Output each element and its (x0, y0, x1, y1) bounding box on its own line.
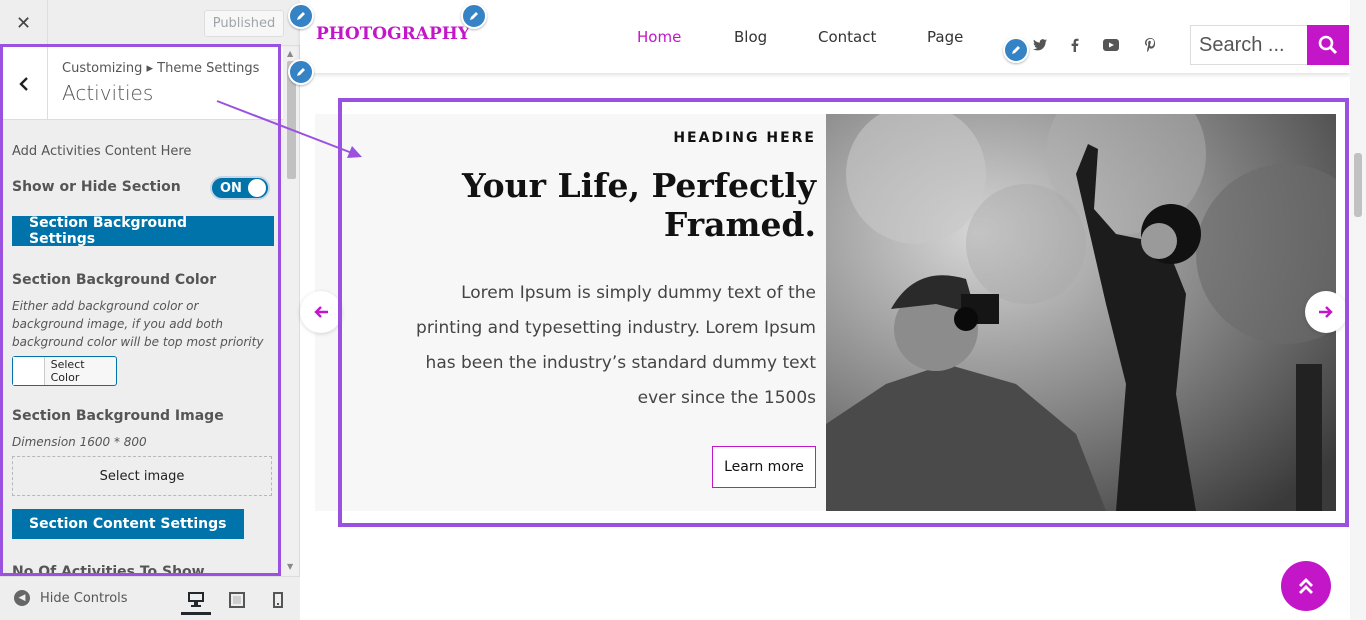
edit-shortcut-social[interactable] (1003, 37, 1029, 63)
color-swatch (13, 357, 45, 385)
nav-blog[interactable]: Blog (734, 28, 767, 46)
bg-image-label: Section Background Image (12, 408, 224, 424)
arrow-right-icon (1319, 306, 1333, 318)
desktop-preview-button[interactable] (181, 585, 211, 615)
section-content-settings-button[interactable]: Section Content Settings (12, 509, 244, 539)
select-color-label: Select Color (50, 358, 85, 384)
slide-photo (826, 114, 1336, 511)
breadcrumb: Customizing ▸ Theme Settings (62, 61, 260, 76)
nav-contact[interactable]: Contact (818, 28, 876, 46)
back-button[interactable] (0, 47, 48, 120)
site-preview: PHOTOGRAPHY Home Blog Contact Page Searc… (288, 0, 1366, 620)
nav-home[interactable]: Home (637, 28, 681, 46)
back-to-top-button[interactable] (1281, 561, 1331, 611)
section-intro: Add Activities Content Here (12, 144, 192, 159)
customizer-header: ✕ Published (0, 0, 300, 46)
preview-scrollbar[interactable] (1350, 0, 1366, 620)
search-icon (1318, 35, 1338, 55)
section-background-settings-button[interactable]: Section Background Settings (12, 215, 274, 247)
tablet-icon (229, 592, 245, 608)
edit-shortcut-site-title[interactable] (288, 3, 314, 29)
slider-prev-button[interactable] (300, 291, 342, 333)
panel-header: Customizing ▸ Theme Settings Activities (0, 47, 283, 120)
mobile-icon (273, 592, 283, 608)
panel-title: Activities (62, 81, 154, 105)
edit-shortcut-logo[interactable] (461, 3, 487, 29)
learn-more-button[interactable]: Learn more (712, 446, 816, 488)
show-hide-label: Show or Hide Section (12, 179, 181, 195)
arrow-left-icon (314, 306, 328, 318)
show-hide-toggle[interactable]: ON (210, 176, 270, 200)
no-of-activities-label: No Of Activities To Show (12, 564, 205, 575)
sidebar-scrollbar[interactable]: ▲ ▼ (284, 47, 299, 575)
customizer-sidebar: ✕ Published Customizing ▸ Theme Settings… (0, 0, 300, 620)
slider-next-button[interactable] (1305, 291, 1347, 333)
slide-body: Lorem Ipsum is simply dummy text of the … (416, 283, 816, 408)
select-image-button[interactable]: Select image (12, 456, 272, 496)
pencil-icon (297, 12, 305, 20)
youtube-icon[interactable] (1102, 36, 1120, 54)
toggle-knob (248, 179, 266, 197)
nav-page[interactable]: Page (927, 28, 963, 46)
publish-button[interactable]: Published (204, 10, 284, 37)
facebook-icon[interactable] (1066, 36, 1084, 54)
pinterest-icon[interactable] (1141, 36, 1159, 54)
scroll-down-icon[interactable]: ▼ (287, 562, 293, 571)
hide-controls-label: Hide Controls (40, 590, 128, 606)
slide-heading: Your Life, Perfectly Framed. (461, 166, 816, 244)
close-customizer-button[interactable]: ✕ (0, 0, 48, 46)
preview-scrollbar-thumb[interactable] (1354, 153, 1362, 217)
double-chevron-up-icon (1299, 578, 1313, 594)
select-color-button[interactable]: Select Color (12, 356, 117, 386)
tablet-preview-button[interactable] (222, 585, 252, 615)
collapse-icon: ◀ (14, 590, 30, 606)
toggle-state-label: ON (220, 181, 242, 196)
desktop-icon (188, 591, 204, 607)
site-logo[interactable]: PHOTOGRAPHY (316, 24, 470, 44)
bg-color-label: Section Background Color (12, 272, 217, 288)
activities-slider: HEADING HERE Your Life, Perfectly Framed… (315, 114, 1336, 511)
site-header: PHOTOGRAPHY Home Blog Contact Page Searc… (300, 0, 1350, 73)
hide-controls-button[interactable]: ◀ Hide Controls (14, 590, 128, 606)
slide-kicker: HEADING HERE (673, 130, 816, 146)
search-button[interactable] (1307, 25, 1349, 65)
twitter-icon[interactable] (1031, 36, 1049, 54)
activities-panel: Customizing ▸ Theme Settings Activities … (0, 47, 283, 575)
edit-shortcut-menu[interactable] (288, 59, 314, 85)
pencil-icon (1012, 46, 1020, 54)
scroll-up-icon[interactable]: ▲ (287, 49, 293, 58)
mobile-preview-button[interactable] (263, 585, 293, 615)
customizer-footer: ◀ Hide Controls (0, 576, 300, 620)
slide-text: HEADING HERE Your Life, Perfectly Framed… (341, 114, 816, 511)
bg-color-description: Either add background color or backgroun… (12, 299, 264, 349)
pencil-icon (470, 12, 478, 20)
pencil-icon (297, 68, 305, 76)
search-input[interactable]: Search ... (1190, 25, 1308, 65)
bg-image-dimension: Dimension 1600 * 800 (12, 435, 147, 449)
chevron-left-icon (18, 76, 28, 91)
